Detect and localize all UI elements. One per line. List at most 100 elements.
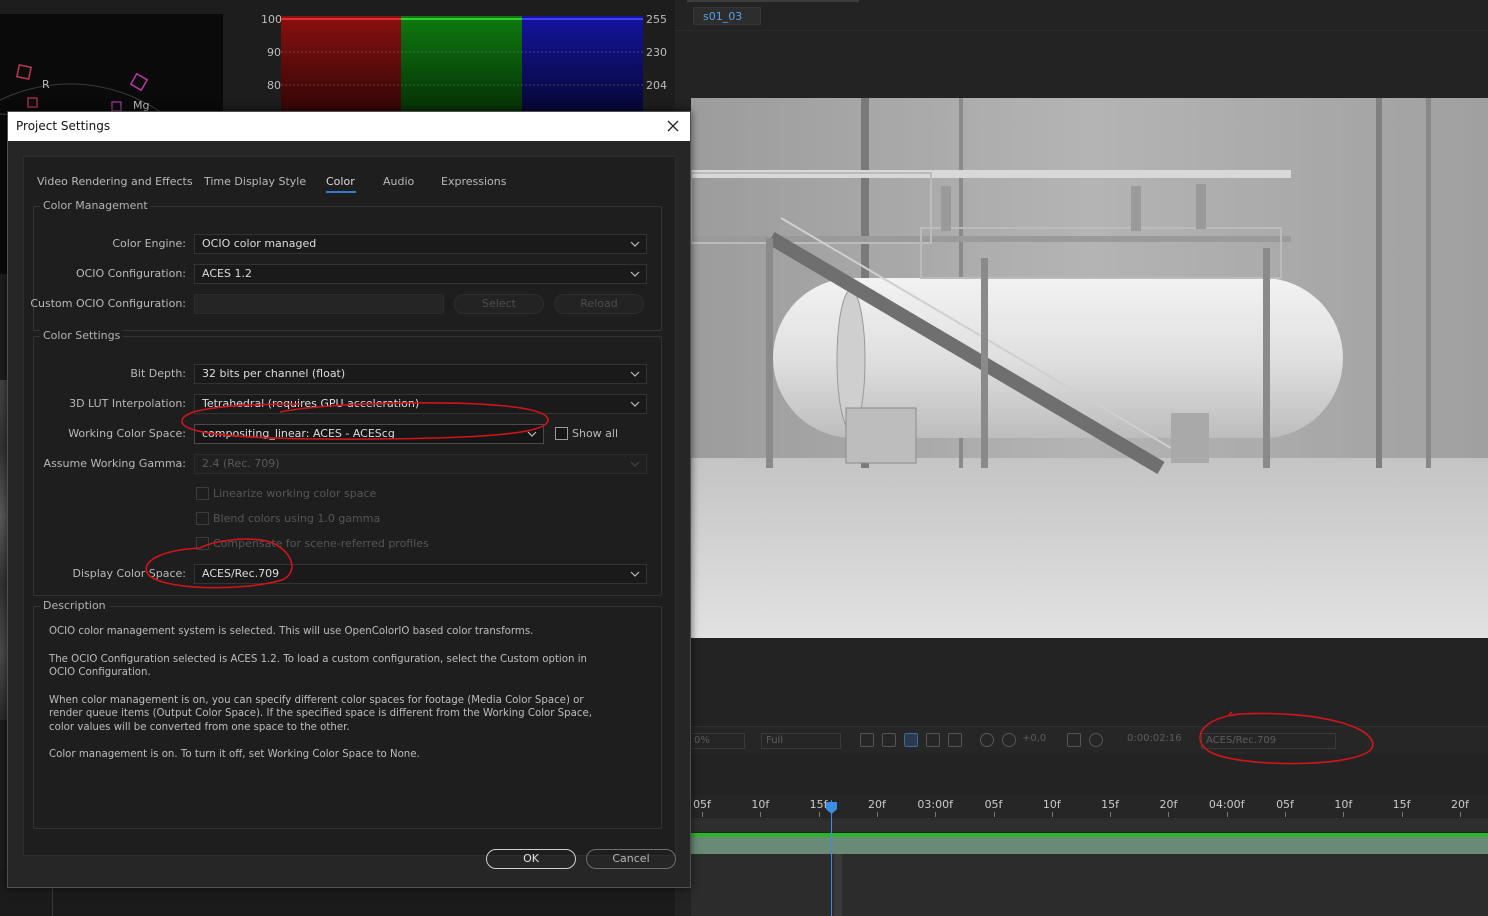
color-engine-label: Color Engine: — [112, 237, 186, 250]
bit-depth-value: 32 bits per channel (float) — [202, 367, 346, 380]
ocio-configuration-label: OCIO Configuration: — [75, 267, 186, 280]
tab-color[interactable]: Color — [326, 175, 355, 188]
show-snapshot-icon[interactable] — [1089, 733, 1103, 747]
playhead-line[interactable] — [831, 800, 832, 916]
playhead-shadow — [834, 854, 842, 916]
reload-button: Reload — [554, 294, 644, 314]
snapshot-icon[interactable] — [1067, 733, 1081, 747]
viewer-toolbar: 0% Full +0,0 0:00:02:16 ACES/Rec.709 — [675, 726, 1488, 754]
cancel-button[interactable]: Cancel — [586, 849, 676, 869]
linearize-label: Linearize working color space — [213, 487, 377, 500]
composition-viewer[interactable] — [691, 98, 1488, 638]
tab-audio[interactable]: Audio — [383, 175, 414, 188]
bit-depth-dropdown[interactable]: 32 bits per channel (float) — [194, 364, 647, 384]
ruler-tick-mark — [702, 812, 703, 817]
composition-tab[interactable]: s01_03 — [693, 7, 761, 25]
show-all-checkbox[interactable] — [555, 427, 568, 440]
ok-button[interactable]: OK — [486, 849, 576, 869]
parade-tick-right: 255 — [646, 13, 667, 26]
ruler-tick-label: 10f — [1334, 798, 1353, 811]
region-of-interest-icon[interactable] — [860, 733, 874, 747]
description-group: Description OCIO color management system… — [33, 599, 662, 829]
lut-interpolation-value: Tetrahedral (requires GPU acceleration) — [202, 397, 420, 410]
exposure-value[interactable]: +0,0 — [1022, 733, 1046, 749]
display-color-space-dropdown[interactable]: ACES/Rec.709 — [194, 564, 647, 584]
color-settings-group: Color Settings Bit Depth: 32 bits per ch… — [33, 329, 662, 596]
tab-time-display[interactable]: Time Display Style — [204, 175, 306, 188]
ruler-tick-label: 15f — [1392, 798, 1411, 811]
chevron-down-icon — [630, 401, 640, 407]
working-color-space-value: compositing_linear: ACES - ACEScg — [202, 427, 395, 440]
lut-interpolation-dropdown[interactable]: Tetrahedral (requires GPU acceleration) — [194, 394, 647, 414]
zoom-dropdown[interactable]: 0% — [689, 733, 745, 749]
ocio-configuration-dropdown[interactable]: ACES 1.2 — [194, 264, 647, 284]
color-management-group: Color Management Color Engine: OCIO colo… — [30, 199, 662, 331]
show-all-label[interactable]: Show all — [572, 427, 618, 440]
display-color-space-dropdown[interactable]: ACES/Rec.709 — [1201, 733, 1336, 749]
ruler-tick-mark — [1168, 812, 1170, 817]
ruler-tick-label: 10f — [1042, 798, 1061, 811]
chevron-down-icon — [630, 271, 640, 277]
reset-exposure-icon[interactable] — [1002, 733, 1016, 747]
parade-tick-left: 100 — [261, 13, 282, 26]
resolution-dropdown[interactable]: Full — [761, 733, 841, 749]
chevron-down-icon — [630, 571, 640, 577]
dialog-title: Project Settings — [16, 119, 111, 133]
divider — [675, 30, 1488, 31]
blend-gamma-label: Blend colors using 1.0 gamma — [213, 512, 381, 525]
composition-tabbar — [687, 0, 859, 2]
ruler-tick-label: 04:00f — [1208, 798, 1245, 811]
parade-tick-right: 204 — [646, 79, 667, 92]
tab-expressions[interactable]: Expressions — [441, 175, 506, 188]
work-area-bar[interactable] — [691, 818, 1488, 832]
ruler-tick-mark — [1051, 812, 1053, 817]
ruler-tick-label: 10f — [751, 798, 770, 811]
display-color-space-value: ACES/Rec.709 — [202, 567, 280, 580]
dialog-titlebar[interactable]: Project Settings — [8, 112, 690, 141]
ruler-tick-label: 15f — [809, 798, 828, 811]
display-color-space-label: Display Color Space: — [72, 567, 187, 580]
layer-track[interactable] — [691, 837, 1488, 854]
time-ruler[interactable]: 05f 10f 15f 20f 03:00f 05f 10f 15f 20f 04:00f 05f 1… — [691, 795, 1488, 817]
ruler-tick-label: 05f — [984, 798, 1003, 811]
chevron-down-icon — [630, 461, 640, 467]
color-engine-dropdown[interactable]: OCIO color managed — [194, 234, 647, 254]
ruler-tick-mark — [993, 812, 995, 817]
vectorscope-label-r: R — [42, 78, 50, 91]
ruler-tick-mark — [876, 812, 878, 817]
current-time[interactable]: 0:00:02:16 — [1127, 733, 1182, 749]
tab-panel: Video Rendering and Effects Time Display… — [23, 156, 676, 856]
mask-visibility-icon[interactable] — [926, 733, 940, 747]
working-gamma-dropdown: 2.4 (Rec. 709) — [194, 454, 647, 474]
tab-video-rendering[interactable]: Video Rendering and Effects — [37, 175, 193, 188]
chevron-down-icon — [527, 431, 537, 437]
description-paragraph: OCIO color management system is selected… — [49, 626, 534, 637]
parade-tick-left: 90 — [267, 46, 281, 59]
close-icon[interactable] — [662, 115, 684, 137]
group-title: Color Settings — [40, 329, 124, 342]
empty-track — [691, 854, 1488, 916]
rgb-parade: 100 90 80 255 230 204 — [255, 0, 675, 120]
working-color-space-dropdown[interactable]: compositing_linear: ACES - ACEScg — [194, 424, 544, 444]
description-paragraph: When color management is on, you can spe… — [49, 694, 592, 733]
transparency-grid-icon[interactable] — [882, 733, 896, 747]
chevron-down-icon — [630, 241, 640, 247]
custom-ocio-label: Custom OCIO Configuration: — [30, 297, 186, 310]
description-paragraph: Color management is on. To turn it off, … — [49, 749, 420, 760]
bit-depth-label: Bit Depth: — [130, 367, 186, 380]
ruler-tick-mark — [760, 812, 762, 817]
channels-icon[interactable] — [980, 733, 994, 747]
ocio-configuration-value: ACES 1.2 — [202, 267, 252, 280]
ruler-tick-mark — [1343, 812, 1345, 817]
custom-ocio-field — [194, 294, 444, 314]
ruler-tick-mark — [1459, 812, 1461, 817]
ruler-tick-mark — [818, 812, 820, 817]
ruler-tick-label: 20f — [867, 798, 886, 811]
grid-guides-icon[interactable] — [904, 733, 918, 747]
active-tab-indicator — [326, 191, 356, 193]
description-text: OCIO color management system is selected… — [49, 625, 649, 776]
blend-gamma-checkbox — [196, 512, 209, 525]
ruler-tick-mark — [1285, 812, 1286, 817]
3d-view-icon[interactable] — [948, 733, 962, 747]
ruler-tick-mark — [1110, 812, 1112, 817]
